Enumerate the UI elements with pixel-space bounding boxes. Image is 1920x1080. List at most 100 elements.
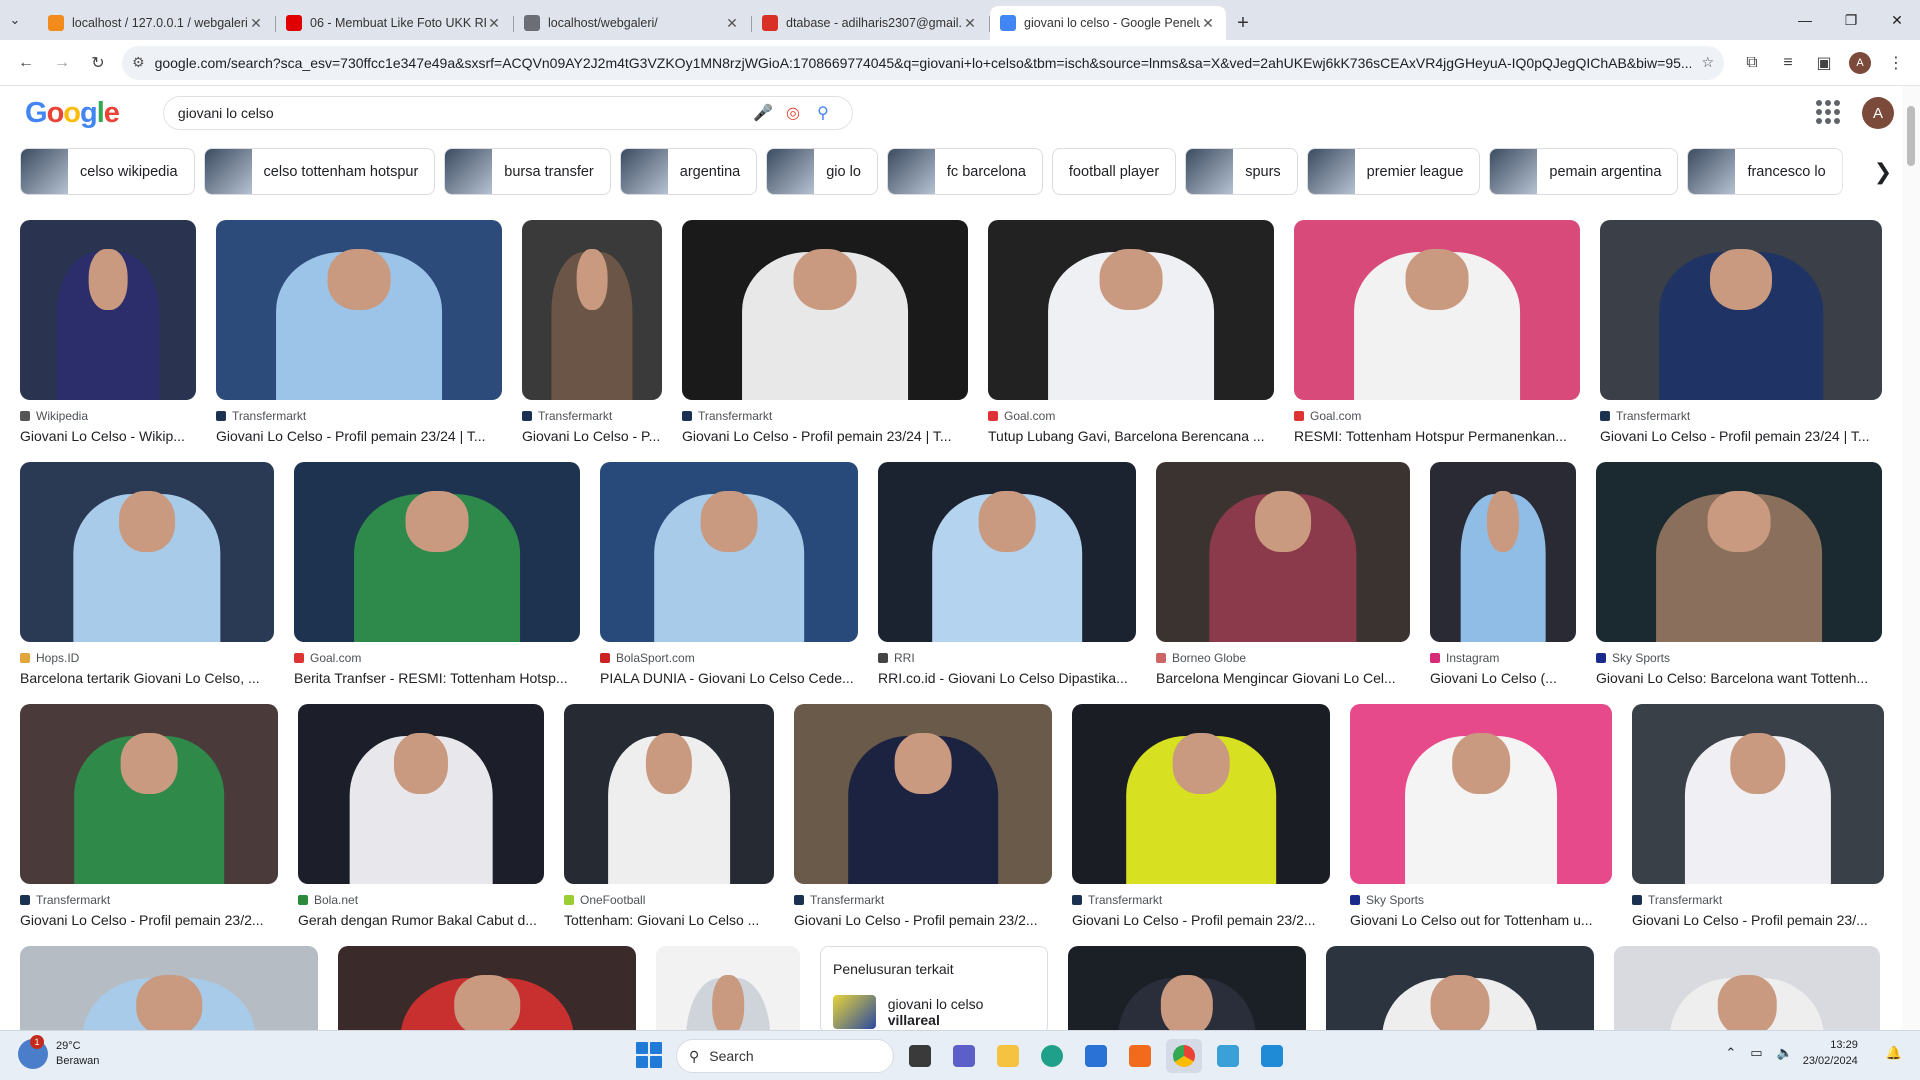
result-caption[interactable]: Giovani Lo Celso out for Tottenham u... xyxy=(1350,912,1612,928)
more-menu-icon[interactable]: ⋮ xyxy=(1880,47,1912,79)
close-tab-icon[interactable]: ✕ xyxy=(1200,15,1216,32)
clock[interactable]: 13:29 23/02/2024 xyxy=(1803,1037,1858,1069)
image-result[interactable] xyxy=(20,946,318,1030)
result-thumbnail[interactable] xyxy=(1072,704,1330,884)
filter-chip[interactable]: gio lo xyxy=(766,148,878,195)
store-icon[interactable] xyxy=(1078,1039,1114,1073)
result-caption[interactable]: Giovani Lo Celso: Barcelona want Tottenh… xyxy=(1596,670,1882,686)
result-thumbnail[interactable] xyxy=(988,220,1274,400)
result-caption[interactable]: Tutup Lubang Gavi, Barcelona Berencana .… xyxy=(988,428,1274,444)
google-apps-icon[interactable] xyxy=(1816,100,1840,124)
image-result[interactable]: OneFootball Tottenham: Giovani Lo Celso … xyxy=(564,704,774,928)
result-thumbnail[interactable] xyxy=(564,704,774,884)
result-caption[interactable]: Giovani Lo Celso - Profil pemain 23/2... xyxy=(794,912,1052,928)
close-tab-icon[interactable]: ✕ xyxy=(248,15,264,32)
close-tab-icon[interactable]: ✕ xyxy=(486,15,502,32)
result-caption[interactable]: Giovani Lo Celso - Profil pemain 23/2... xyxy=(20,912,278,928)
close-tab-icon[interactable]: ✕ xyxy=(724,15,740,32)
result-thumbnail[interactable] xyxy=(1350,704,1612,884)
address-bar[interactable]: ⚙ google.com/search?sca_esv=730ffcc1e347… xyxy=(122,45,1724,80)
image-result[interactable]: Hops.ID Barcelona tertarik Giovani Lo Ce… xyxy=(20,462,274,686)
search-input[interactable] xyxy=(177,105,748,121)
notifications-icon[interactable]: 🔔 xyxy=(1886,1045,1902,1061)
image-result[interactable]: Transfermarkt Giovani Lo Celso - Profil … xyxy=(794,704,1052,928)
image-result[interactable]: Transfermarkt Giovani Lo Celso - Profil … xyxy=(682,220,968,444)
extensions-icon[interactable]: ⧉ xyxy=(1736,47,1768,79)
profile-button[interactable]: A xyxy=(1844,47,1876,79)
vscode-icon[interactable] xyxy=(1254,1039,1290,1073)
result-thumbnail[interactable] xyxy=(1068,946,1306,1030)
result-thumbnail[interactable] xyxy=(20,220,196,400)
result-thumbnail[interactable] xyxy=(794,704,1052,884)
result-thumbnail[interactable] xyxy=(656,946,800,1030)
browser-tab[interactable]: localhost/webgaleri/ ✕ xyxy=(514,6,752,40)
result-thumbnail[interactable] xyxy=(878,462,1136,642)
result-caption[interactable]: Giovani Lo Celso - Profil pemain 23/... xyxy=(1632,912,1884,928)
chevron-right-icon[interactable]: ❯ xyxy=(1860,148,1906,196)
filter-chip[interactable]: spurs xyxy=(1185,148,1298,195)
filter-chip[interactable]: fc barcelona xyxy=(886,148,1043,195)
result-thumbnail[interactable] xyxy=(298,704,544,884)
result-thumbnail[interactable] xyxy=(20,704,278,884)
scrollbar-thumb[interactable] xyxy=(1907,106,1915,166)
result-caption[interactable]: Giovani Lo Celso - Profil pemain 23/24 |… xyxy=(682,428,968,444)
volume-icon[interactable]: 🔈 xyxy=(1777,1045,1793,1061)
image-result[interactable]: Transfermarkt Giovani Lo Celso - P... xyxy=(522,220,662,444)
result-caption[interactable]: Barcelona tertarik Giovani Lo Celso, ... xyxy=(20,670,274,686)
image-result[interactable]: Wikipedia Giovani Lo Celso - Wikip... xyxy=(20,220,196,444)
close-window-icon[interactable]: ✕ xyxy=(1874,0,1920,40)
filter-chip[interactable]: francesco lo xyxy=(1687,148,1843,195)
result-caption[interactable]: Giovani Lo Celso - Wikip... xyxy=(20,428,196,444)
result-thumbnail[interactable] xyxy=(216,220,502,400)
file-explorer-icon[interactable] xyxy=(990,1039,1026,1073)
result-caption[interactable]: Berita Tranfser - RESMI: Tottenham Hotsp… xyxy=(294,670,580,686)
result-thumbnail[interactable] xyxy=(1632,704,1884,884)
result-thumbnail[interactable] xyxy=(338,946,636,1030)
image-result[interactable]: Instagram Giovani Lo Celso (... xyxy=(1430,462,1576,686)
result-thumbnail[interactable] xyxy=(682,220,968,400)
image-result[interactable] xyxy=(656,946,800,1030)
result-caption[interactable]: PIALA DUNIA - Giovani Lo Celso Cede... xyxy=(600,670,858,686)
result-thumbnail[interactable] xyxy=(1614,946,1880,1030)
filter-chip[interactable]: bursa transfer xyxy=(444,148,611,195)
browser-tab[interactable]: giovani lo celso - Google Penelusuran ✕ xyxy=(990,6,1226,40)
forward-icon[interactable]: → xyxy=(46,47,78,79)
browser-tab[interactable]: localhost / 127.0.0.1 / webgaleri ✕ xyxy=(38,6,276,40)
result-thumbnail[interactable] xyxy=(1326,946,1594,1030)
media-controls-icon[interactable]: ≡ xyxy=(1772,47,1804,79)
image-result[interactable]: BolaSport.com PIALA DUNIA - Giovani Lo C… xyxy=(600,462,858,686)
image-result[interactable]: Goal.com RESMI: Tottenham Hotspur Perman… xyxy=(1294,220,1580,444)
task-view-icon[interactable] xyxy=(902,1039,938,1073)
result-caption[interactable]: Tottenham: Giovani Lo Celso ... xyxy=(564,912,774,928)
result-caption[interactable]: Giovani Lo Celso - P... xyxy=(522,428,662,444)
chevron-up-icon[interactable]: ⌃ xyxy=(1725,1045,1736,1061)
network-icon[interactable]: ▭ xyxy=(1750,1045,1762,1061)
new-tab-button[interactable]: + xyxy=(1228,6,1258,40)
image-result[interactable] xyxy=(1614,946,1880,1030)
image-result[interactable]: Borneo Globe Barcelona Mengincar Giovani… xyxy=(1156,462,1410,686)
browser-tab[interactable]: 06 - Membuat Like Foto UKK RPL ✕ xyxy=(276,6,514,40)
site-info-icon[interactable]: ⚙ xyxy=(132,54,145,71)
browser-tab[interactable]: dtabase - adilharis2307@gmail.com ✕ xyxy=(752,6,990,40)
notepad-icon[interactable] xyxy=(1210,1039,1246,1073)
result-thumbnail[interactable] xyxy=(1596,462,1882,642)
account-avatar[interactable]: A xyxy=(1862,97,1894,129)
page-scrollbar[interactable] xyxy=(1902,86,1920,1030)
back-icon[interactable]: ← xyxy=(10,47,42,79)
image-result[interactable]: Transfermarkt Giovani Lo Celso - Profil … xyxy=(1072,704,1330,928)
image-result[interactable]: Transfermarkt Giovani Lo Celso - Profil … xyxy=(20,704,278,928)
tab-search-dropdown-icon[interactable]: ⌄ xyxy=(0,0,30,40)
weather-widget[interactable]: 1 29°C Berawan xyxy=(18,1035,99,1069)
side-panel-icon[interactable]: ▣ xyxy=(1808,47,1840,79)
related-search-item[interactable]: giovani lo celso villareal xyxy=(833,995,1035,1029)
image-result[interactable]: Transfermarkt Giovani Lo Celso - Profil … xyxy=(1600,220,1882,444)
result-caption[interactable]: RRI.co.id - Giovani Lo Celso Dipastika..… xyxy=(878,670,1136,686)
filter-chip[interactable]: celso tottenham hotspur xyxy=(203,148,436,195)
start-button[interactable] xyxy=(636,1042,662,1068)
close-tab-icon[interactable]: ✕ xyxy=(962,15,978,32)
image-result[interactable]: Sky Sports Giovani Lo Celso: Barcelona w… xyxy=(1596,462,1882,686)
restore-icon[interactable]: ❐ xyxy=(1828,0,1874,40)
taskbar-search[interactable]: ⚲ Search xyxy=(676,1039,894,1073)
image-result[interactable]: Transfermarkt Giovani Lo Celso - Profil … xyxy=(1632,704,1884,928)
image-result[interactable]: RRI RRI.co.id - Giovani Lo Celso Dipasti… xyxy=(878,462,1136,686)
